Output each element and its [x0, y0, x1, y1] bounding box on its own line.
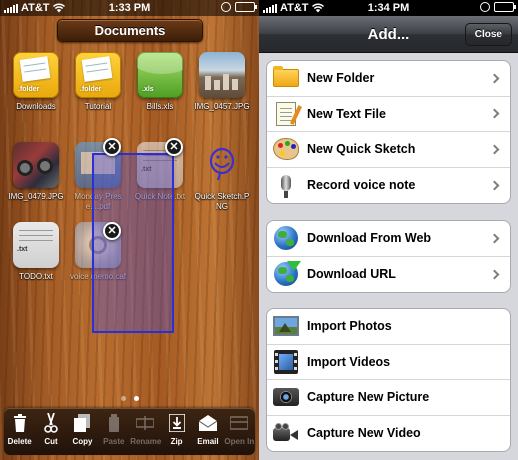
photo-thumbnail: [199, 52, 245, 98]
close-button[interactable]: Close: [464, 23, 512, 46]
menu-item-new-text-file[interactable]: New Text File: [267, 97, 510, 132]
scissors-icon: [36, 413, 66, 433]
create-group: New Folder New Text File New Quick Sketc…: [266, 60, 511, 204]
chevron-right-icon: [489, 180, 500, 191]
battery-icon: [494, 2, 516, 12]
file-label: Downloads: [16, 102, 56, 111]
menu-item-capture-new-picture[interactable]: Capture New Picture: [267, 380, 510, 416]
download-group: Download From Web Download URL: [266, 220, 511, 293]
file-tile-img-0479[interactable]: IMG_0479.JPG: [6, 142, 66, 202]
paste-icon: [99, 413, 129, 433]
import-group: Import Photos Import Videos Capture New …: [266, 308, 511, 452]
documents-screen: AT&T 1:33 PM Documents .folder Downloads…: [0, 0, 259, 460]
text-file-icon: .txt: [13, 222, 59, 268]
file-tile-downloads[interactable]: .folder Downloads: [6, 52, 66, 112]
menu-item-new-folder[interactable]: New Folder: [267, 61, 510, 97]
email-button[interactable]: Email: [193, 413, 223, 446]
documents-title-button[interactable]: Documents: [57, 19, 203, 42]
delete-button[interactable]: Delete: [5, 413, 35, 446]
copy-button[interactable]: Copy: [67, 413, 97, 446]
chevron-right-icon: [489, 73, 500, 84]
navigation-bar: Add... Close: [259, 16, 518, 53]
text-file-icon: [271, 101, 303, 127]
folder-icon: .folder: [75, 52, 121, 98]
delete-badge-quick-note[interactable]: ✕: [165, 138, 183, 156]
file-label: Tutorial: [84, 102, 112, 111]
chevron-right-icon: [489, 108, 500, 119]
photo-thumbnail: [13, 142, 59, 188]
open-in-button[interactable]: Open In: [224, 413, 254, 446]
photo-icon: [271, 313, 301, 339]
folder-icon: .folder: [13, 52, 59, 98]
menu-item-download-url[interactable]: Download URL: [267, 257, 510, 293]
zip-button[interactable]: Zip: [162, 413, 192, 446]
rotation-lock-icon: [480, 2, 490, 12]
menu-item-capture-new-video[interactable]: Capture New Video: [267, 416, 510, 452]
palette-icon: [271, 136, 301, 162]
file-tile-todo[interactable]: .txt TODO.txt: [6, 222, 66, 282]
file-label: Bills.xls: [146, 102, 174, 111]
file-label: Quick Sketch.PNG: [194, 192, 250, 211]
menu-item-record-voice-note[interactable]: Record voice note: [267, 168, 510, 204]
paste-button[interactable]: Paste: [99, 413, 129, 446]
selection-rectangle[interactable]: [92, 153, 174, 333]
zip-icon: [162, 413, 192, 433]
delete-badge-voice-memo[interactable]: ✕: [103, 222, 121, 240]
file-tile-quick-sketch[interactable]: Quick Sketch.PNG: [192, 142, 252, 212]
chevron-right-icon: [489, 233, 500, 244]
trash-icon: [5, 413, 35, 433]
envelope-icon: [193, 413, 223, 433]
add-menu-screen: AT&T 1:34 PM Add... Close New Folder New…: [259, 0, 518, 460]
menu-item-download-from-web[interactable]: Download From Web: [267, 221, 510, 257]
camera-icon: [271, 384, 301, 410]
rename-button[interactable]: Rename: [130, 413, 161, 446]
file-tile-img-0457[interactable]: IMG_0457.JPG: [192, 52, 252, 112]
globe-icon: [271, 225, 301, 251]
rotation-lock-icon: [221, 2, 231, 12]
sketch-icon: [199, 142, 245, 188]
status-bar: AT&T 1:34 PM: [259, 0, 518, 16]
file-tile-tutorial[interactable]: .folder Tutorial: [68, 52, 128, 112]
microphone-icon: [271, 172, 301, 199]
delete-badge-monday-presentation[interactable]: ✕: [103, 138, 121, 156]
chevron-right-icon: [489, 144, 500, 155]
page-dot-active: [133, 396, 139, 401]
spreadsheet-icon: .xls: [137, 52, 183, 98]
page-dot: [120, 396, 126, 401]
cut-button[interactable]: Cut: [36, 413, 66, 446]
video-camera-icon: [271, 420, 301, 446]
menu-item-import-videos[interactable]: Import Videos: [267, 345, 510, 380]
file-tile-bills-xls[interactable]: .xls Bills.xls: [130, 52, 190, 112]
menu-item-new-quick-sketch[interactable]: New Quick Sketch: [267, 132, 510, 168]
file-label: IMG_0457.JPG: [194, 102, 250, 111]
battery-icon: [235, 2, 257, 12]
page-indicator[interactable]: [0, 396, 259, 401]
film-icon: [271, 349, 301, 375]
menu-item-import-photos[interactable]: Import Photos: [267, 309, 510, 345]
folder-icon: [271, 65, 301, 91]
globe-download-icon: [271, 261, 301, 287]
file-label: IMG_0479.JPG: [8, 192, 64, 201]
copy-icon: [67, 413, 97, 433]
rename-icon: [130, 413, 160, 433]
chevron-right-icon: [489, 269, 500, 280]
status-bar: AT&T 1:33 PM: [0, 0, 259, 16]
action-toolbar: Delete Cut Copy Paste Rename Zip Email O…: [4, 408, 255, 455]
file-label: TODO.txt: [19, 272, 53, 281]
open-in-icon: [224, 413, 254, 433]
